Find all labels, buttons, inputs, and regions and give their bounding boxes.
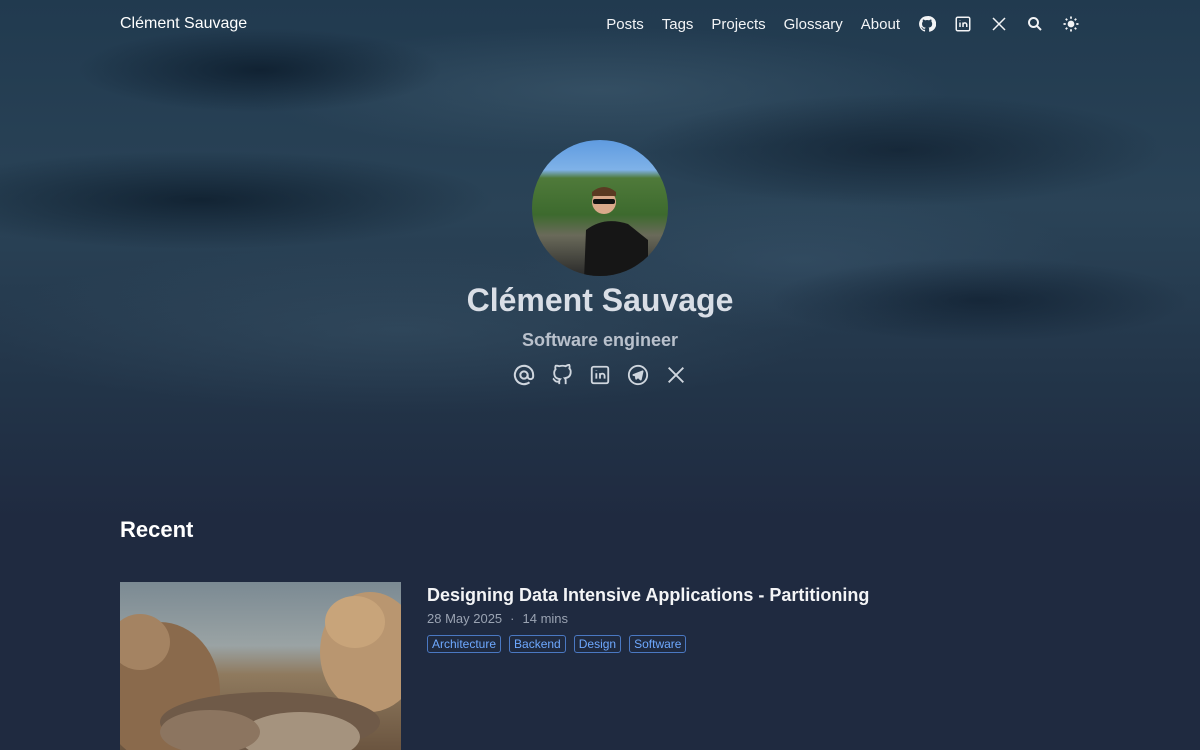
nav-glossary-link[interactable]: Glossary [784,16,843,33]
tag-backend[interactable]: Backend [509,635,566,653]
tag-design[interactable]: Design [573,635,622,653]
nav-menu: Posts Tags Projects Glossary About [606,15,1080,33]
recent-heading: Recent [120,517,194,542]
social-links [0,364,1200,386]
rock-landscape-illustration [120,592,401,750]
avatar [532,140,668,276]
github-icon[interactable] [918,15,936,33]
post-card[interactable]: Designing Data Intensive Applications - … [120,582,1080,750]
post-meta: 28 May 2025 · 14 mins [427,611,568,626]
search-icon[interactable] [1026,15,1044,33]
email-icon[interactable] [513,364,535,386]
navbar: Clément Sauvage Posts Tags Projects Glos… [120,0,1080,48]
linkedin-icon[interactable] [589,364,611,386]
nav-about-link[interactable]: About [861,16,900,33]
telegram-icon[interactable] [627,364,649,386]
github-icon[interactable] [551,364,573,386]
nav-projects-link[interactable]: Projects [711,16,765,33]
tag-software[interactable]: Software [629,635,687,653]
theme-toggle-icon[interactable] [1062,15,1080,33]
post-read-time: 14 mins [522,611,569,626]
profile-name: Clément Sauvage [466,282,734,318]
site-brand-link[interactable]: Clément Sauvage [120,15,247,33]
post-date: 28 May 2025 [427,611,503,626]
post-tags: Architecture Backend Design Software [427,635,687,653]
linkedin-icon[interactable] [954,15,972,33]
x-icon[interactable] [665,364,687,386]
post-thumbnail[interactable] [120,582,401,750]
nav-tags-link[interactable]: Tags [662,16,694,33]
tag-architecture[interactable]: Architecture [427,635,502,653]
nav-posts-link[interactable]: Posts [606,16,644,33]
avatar-person-illustration [584,187,648,276]
x-icon[interactable] [990,15,1008,33]
post-title-link[interactable]: Designing Data Intensive Applications - … [427,585,869,606]
meta-separator: · [510,611,515,626]
profile-subtitle: Software engineer [521,330,679,350]
